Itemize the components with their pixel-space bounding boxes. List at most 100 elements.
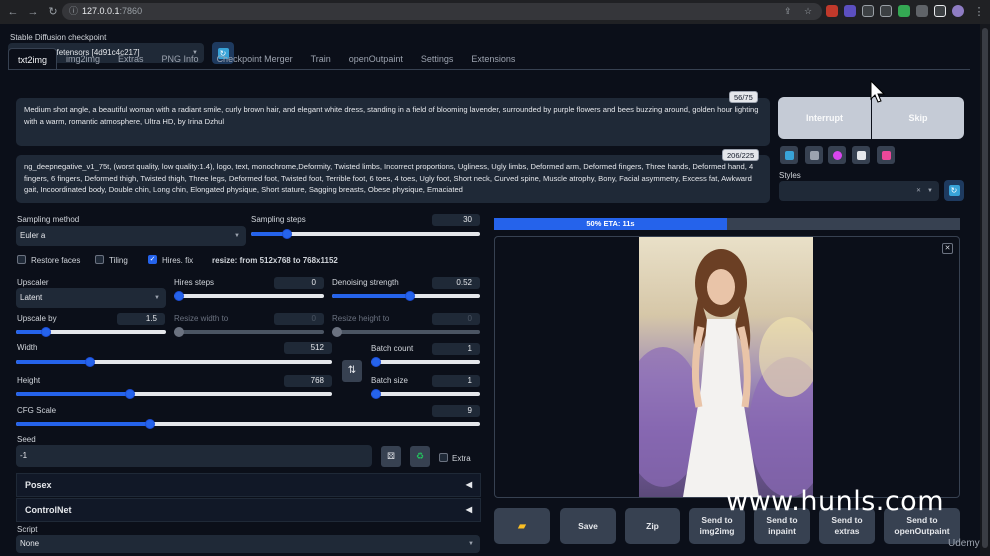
batch-size-slider[interactable] [371,389,480,399]
checkpoint-label: Stable Diffusion checkpoint [10,33,107,42]
share-icon[interactable]: ⇪ [784,3,792,20]
styles-select[interactable]: ✕ ▼ [779,181,939,201]
slider-handle[interactable] [41,327,51,337]
extra-seed-checkbox[interactable] [439,453,448,462]
resize-width-label: Resize width to [174,314,229,323]
script-value: None [20,539,40,548]
sidebar-icon[interactable] [934,5,946,17]
height-input[interactable]: 768 [284,375,332,387]
resize-width-slider[interactable] [174,327,324,337]
bookmark-star-icon[interactable]: ☆ [804,3,812,20]
restore-faces-checkbox[interactable] [17,255,26,264]
puzzle-icon[interactable] [916,5,928,17]
page-scrollbar[interactable] [980,24,990,556]
hires-steps-slider[interactable] [174,291,324,301]
slider-handle[interactable] [174,327,184,337]
tab-train[interactable]: Train [302,48,340,70]
tab-txt2img[interactable]: txt2img [8,48,58,70]
hires-fix-label: Hires. fix [162,256,194,265]
slider-handle[interactable] [332,327,342,337]
denoising-strength-slider[interactable] [332,291,480,301]
reload-icon[interactable]: ↻ [46,5,60,19]
tab-checkpoint-merger[interactable]: Checkpoint Merger [208,48,302,70]
hires-steps-label: Hires steps [174,278,215,287]
seed-input[interactable]: -1 [16,445,372,467]
save-style-button[interactable] [877,146,895,164]
avatar[interactable] [952,5,964,17]
script-select[interactable]: None ▼ [16,535,480,553]
denoising-strength-input[interactable]: 0.52 [432,277,480,289]
hires-steps-input[interactable]: 0 [274,277,324,289]
negative-prompt-textarea[interactable]: ng_deepnegative_v1_75t, (worst quality, … [16,155,770,203]
tab-settings[interactable]: Settings [412,48,463,70]
extension-icon[interactable] [898,5,910,17]
refresh-styles-button[interactable]: ↻ [944,180,964,201]
sampling-method-select[interactable]: Euler a ▼ [16,226,246,246]
close-icon[interactable]: ✕ [942,243,953,254]
batch-count-slider[interactable] [371,357,480,367]
slider-handle[interactable] [145,419,155,429]
apply-style-button[interactable] [852,146,870,164]
clear-prompt-button[interactable] [805,146,823,164]
batch-count-input[interactable]: 1 [432,343,480,355]
slider-handle[interactable] [282,229,292,239]
random-seed-button[interactable]: ⚄ [381,446,401,467]
extension-icon[interactable] [844,5,856,17]
extra-networks-button[interactable] [828,146,846,164]
resize-height-slider[interactable] [332,327,480,337]
tab-openoutpaint[interactable]: openOutpaint [340,48,412,70]
read-params-button[interactable] [780,146,798,164]
extension-icon[interactable] [862,5,874,17]
slider-handle[interactable] [174,291,184,301]
cfg-scale-input[interactable]: 9 [432,405,480,417]
menu-icon[interactable]: ⋮ [972,5,986,19]
url-host: 127.0.0.1 [82,6,120,16]
batch-size-input[interactable]: 1 [432,375,480,387]
width-input[interactable]: 512 [284,342,332,354]
interrupt-button[interactable]: Interrupt [778,97,871,139]
upscale-by-slider[interactable] [16,327,166,337]
address-bar[interactable]: ⓘ 127.0.0.1:7860 ⇪ ☆ [62,3,822,20]
controlnet-accordion[interactable]: ControlNet ◀ [16,498,481,522]
flower-icon [832,150,842,160]
height-slider[interactable] [16,389,332,399]
upscale-by-input[interactable]: 1.5 [117,313,165,325]
clear-icon[interactable]: ✕ [916,187,921,195]
tab-extras[interactable]: Extras [109,48,153,70]
chevron-down-icon: ▼ [154,295,160,301]
sampling-steps-slider[interactable] [251,229,480,239]
posex-accordion[interactable]: Posex ◀ [16,473,481,497]
tab-img2img[interactable]: img2img [57,48,109,70]
width-slider[interactable] [16,357,332,367]
sampling-steps-input[interactable]: 30 [432,214,480,226]
generated-image[interactable] [639,237,813,497]
slider-handle[interactable] [125,389,135,399]
upscaler-select[interactable]: Latent ▼ [16,288,166,308]
trash-icon [809,150,819,160]
cfg-scale-slider[interactable] [16,419,480,429]
slider-handle[interactable] [371,357,381,367]
forward-icon[interactable]: → [26,5,40,19]
reuse-seed-button[interactable]: ♻ [410,446,430,467]
hires-fix-checkbox[interactable]: ✓ [148,255,157,264]
prompt-textarea[interactable]: Medium shot angle, a beautiful woman wit… [16,98,770,146]
output-gallery[interactable]: ✕ [494,236,960,498]
swap-dimensions-button[interactable]: ⇅ [342,360,362,382]
extension-icon[interactable] [880,5,892,17]
info-icon[interactable]: ⓘ [69,3,78,20]
slider-handle[interactable] [371,389,381,399]
slider-handle[interactable] [85,357,95,367]
save-button[interactable]: Save [560,508,616,544]
back-icon[interactable]: ← [6,5,20,19]
slider-handle[interactable] [405,291,415,301]
tab-png-info[interactable]: PNG Info [153,48,208,70]
collapse-triangle-icon: ◀ [465,505,472,514]
resize-width-input[interactable]: 0 [274,313,324,325]
zip-button[interactable]: Zip [625,508,680,544]
tiling-checkbox[interactable] [95,255,104,264]
resize-height-input[interactable]: 0 [432,313,480,325]
collapse-triangle-icon: ◀ [465,480,472,489]
tab-extensions[interactable]: Extensions [462,48,524,70]
open-folder-button[interactable]: ▰ [494,508,550,544]
extension-icon[interactable] [826,5,838,17]
